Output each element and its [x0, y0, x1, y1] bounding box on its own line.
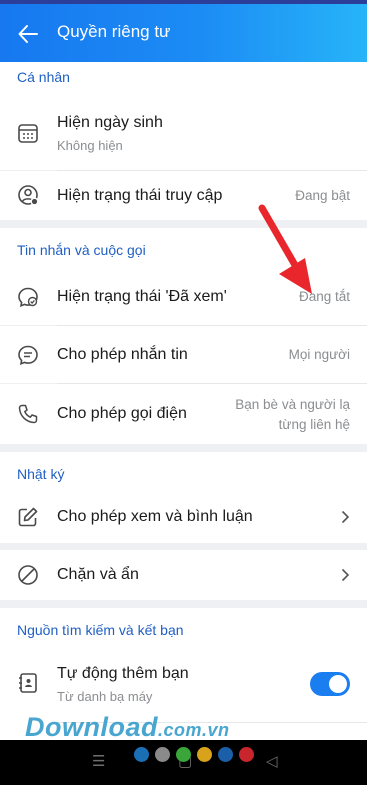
- watermark-brand: Download: [25, 712, 158, 742]
- dot-navy: [218, 747, 233, 762]
- dot-gray: [155, 747, 170, 762]
- dot-red: [239, 747, 254, 762]
- watermark-logo: Download.com.vn: [25, 712, 230, 743]
- back-nav-icon[interactable]: ◁: [266, 752, 278, 770]
- menu-nav-icon[interactable]: ☰: [92, 752, 105, 770]
- red-arrow-annotation: [258, 204, 312, 294]
- watermark-domain: .com.vn: [158, 720, 230, 740]
- watermark-dots: [134, 747, 254, 762]
- dot-green: [176, 747, 191, 762]
- dot-yellow: [197, 747, 212, 762]
- dot-blue: [134, 747, 149, 762]
